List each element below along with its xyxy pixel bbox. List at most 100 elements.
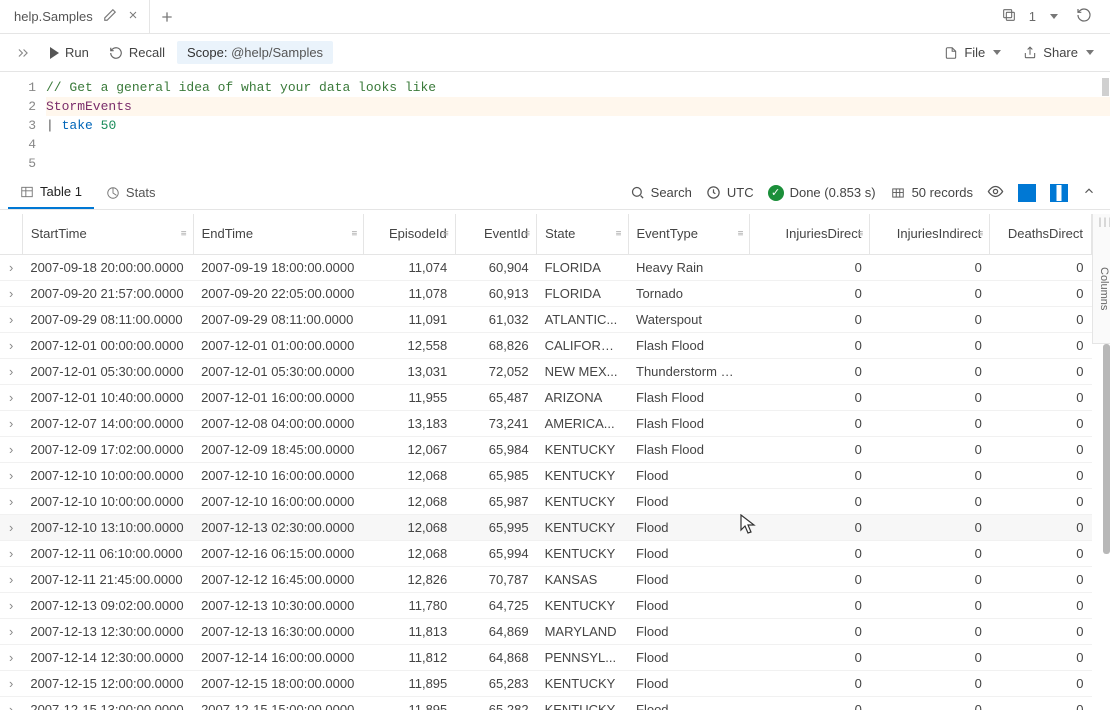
cell-episodeid: 12,068 [364, 488, 455, 514]
cell-endtime: 2007-12-14 16:00:00.0000 [193, 644, 364, 670]
expand-row-icon[interactable]: › [0, 670, 22, 696]
col-endtime[interactable]: EndTime≡ [193, 214, 364, 254]
add-tab-button[interactable] [150, 9, 184, 25]
cell-endtime: 2007-12-01 01:00:00.0000 [193, 332, 364, 358]
expand-row-icon[interactable]: › [0, 644, 22, 670]
check-circle-icon: ✓ [768, 185, 784, 201]
expand-row-icon[interactable]: › [0, 332, 22, 358]
cell-state: FLORIDA [537, 280, 628, 306]
expand-panel-icon[interactable] [8, 42, 38, 64]
table-row[interactable]: ›2007-12-11 21:45:00.00002007-12-12 16:4… [0, 566, 1092, 592]
table-row[interactable]: ›2007-12-10 10:00:00.00002007-12-10 16:0… [0, 462, 1092, 488]
expand-row-icon[interactable]: › [0, 618, 22, 644]
minimap[interactable] [1102, 78, 1109, 96]
table-row[interactable]: ›2007-09-29 08:11:00.00002007-09-29 08:1… [0, 306, 1092, 332]
cell-injuriesindirect: 0 [870, 540, 990, 566]
cell-starttime: 2007-12-01 00:00:00.0000 [22, 332, 193, 358]
cell-eventid: 64,725 [455, 592, 536, 618]
expand-row-icon[interactable]: › [0, 540, 22, 566]
recall-button[interactable]: Recall [101, 41, 173, 64]
code-area[interactable]: // Get a general idea of what your data … [46, 72, 1110, 176]
expand-row-icon[interactable]: › [0, 488, 22, 514]
col-injuriesdirect[interactable]: InjuriesDirect≡ [750, 214, 870, 254]
view-mode-columns[interactable] [1050, 184, 1068, 202]
cell-injuriesindirect: 0 [870, 384, 990, 410]
table-row[interactable]: ›2007-12-14 12:30:00.00002007-12-14 16:0… [0, 644, 1092, 670]
scope-chip[interactable]: Scope: @help/Samples [177, 41, 333, 64]
expand-row-icon[interactable]: › [0, 410, 22, 436]
table-row[interactable]: ›2007-12-13 12:30:00.00002007-12-13 16:3… [0, 618, 1092, 644]
tab-stats[interactable]: Stats [94, 176, 168, 209]
table-row[interactable]: ›2007-12-10 10:00:00.00002007-12-10 16:0… [0, 488, 1092, 514]
play-icon [50, 47, 59, 59]
col-eventtype[interactable]: EventType≡ [628, 214, 750, 254]
cell-eventtype: Flood [628, 670, 750, 696]
cell-injuriesindirect: 0 [870, 566, 990, 592]
eye-icon[interactable] [987, 183, 1004, 203]
expand-row-icon[interactable]: › [0, 358, 22, 384]
table-row[interactable]: ›2007-12-01 10:40:00.00002007-12-01 16:0… [0, 384, 1092, 410]
col-eventid[interactable]: EventId≡ [455, 214, 536, 254]
share-menu[interactable]: Share [1015, 41, 1102, 64]
code-editor[interactable]: 1 2 3 4 5 // Get a general idea of what … [0, 72, 1110, 176]
column-menu-icon: ≡ [616, 228, 622, 239]
col-episodeid[interactable]: EpisodeId≡ [364, 214, 455, 254]
expand-row-icon[interactable]: › [0, 254, 22, 280]
results-grid[interactable]: StartTime≡ EndTime≡ EpisodeId≡ EventId≡ … [0, 214, 1092, 710]
cell-deathsdirect: 0 [990, 462, 1092, 488]
cell-episodeid: 11,895 [364, 670, 455, 696]
clone-icon[interactable] [1001, 7, 1017, 26]
cell-state: AMERICA... [537, 410, 628, 436]
cell-injuriesdirect: 0 [750, 696, 870, 710]
table-row[interactable]: ›2007-12-15 13:00:00.00002007-12-15 15:0… [0, 696, 1092, 710]
expand-row-icon[interactable]: › [0, 514, 22, 540]
search-button[interactable]: Search [630, 185, 692, 200]
columns-panel-toggle[interactable]: |||| Columns [1092, 214, 1110, 344]
expand-row-icon[interactable]: › [0, 462, 22, 488]
undo-icon[interactable] [1076, 7, 1092, 26]
col-deathsdirect[interactable]: DeathsDirect [990, 214, 1092, 254]
table-row[interactable]: ›2007-12-07 14:00:00.00002007-12-08 04:0… [0, 410, 1092, 436]
cell-starttime: 2007-12-11 06:10:00.0000 [22, 540, 193, 566]
col-starttime[interactable]: StartTime≡ [22, 214, 193, 254]
expand-row-icon[interactable]: › [0, 592, 22, 618]
expand-row-icon[interactable]: › [0, 566, 22, 592]
table-row[interactable]: ›2007-12-10 13:10:00.00002007-12-13 02:3… [0, 514, 1092, 540]
file-menu[interactable]: File [936, 41, 1009, 64]
col-injuriesindirect[interactable]: InjuriesIndirect≡ [870, 214, 990, 254]
cell-eventtype: Flash Flood [628, 384, 750, 410]
cell-eventid: 64,868 [455, 644, 536, 670]
tab-active[interactable]: help.Samples [0, 0, 150, 34]
tab-table[interactable]: Table 1 [8, 176, 94, 209]
chevron-up-icon[interactable] [1082, 184, 1096, 201]
table-row[interactable]: ›2007-12-09 17:02:00.00002007-12-09 18:4… [0, 436, 1092, 462]
cell-eventtype: Flash Flood [628, 436, 750, 462]
cell-episodeid: 11,780 [364, 592, 455, 618]
close-icon[interactable] [127, 9, 139, 24]
expand-row-icon[interactable]: › [0, 306, 22, 332]
chevron-down-icon[interactable] [1050, 14, 1058, 19]
table-row[interactable]: ›2007-12-11 06:10:00.00002007-12-16 06:1… [0, 540, 1092, 566]
status-done-label: Done (0.853 s) [790, 185, 876, 200]
expand-row-icon[interactable]: › [0, 280, 22, 306]
expand-row-icon[interactable]: › [0, 384, 22, 410]
expand-row-icon[interactable]: › [0, 696, 22, 710]
table-row[interactable]: ›2007-09-20 21:57:00.00002007-09-20 22:0… [0, 280, 1092, 306]
table-row[interactable]: ›2007-12-01 00:00:00.00002007-12-01 01:0… [0, 332, 1092, 358]
edit-icon[interactable] [103, 8, 117, 25]
view-mode-solid[interactable] [1018, 184, 1036, 202]
cell-starttime: 2007-09-20 21:57:00.0000 [22, 280, 193, 306]
expand-row-icon[interactable]: › [0, 436, 22, 462]
table-row[interactable]: ›2007-09-18 20:00:00.00002007-09-19 18:0… [0, 254, 1092, 280]
timezone-button[interactable]: UTC [706, 185, 754, 200]
col-expand-header [0, 214, 22, 254]
table-row[interactable]: ›2007-12-01 05:30:00.00002007-12-01 05:3… [0, 358, 1092, 384]
cell-endtime: 2007-12-16 06:15:00.0000 [193, 540, 364, 566]
col-state[interactable]: State≡ [537, 214, 628, 254]
table-row[interactable]: ›2007-12-13 09:02:00.00002007-12-13 10:3… [0, 592, 1092, 618]
table-row[interactable]: ›2007-12-15 12:00:00.00002007-12-15 18:0… [0, 670, 1092, 696]
run-button[interactable]: Run [42, 41, 97, 64]
scrollbar-vertical[interactable] [1103, 344, 1110, 554]
record-count: 50 records [890, 185, 973, 200]
cell-injuriesdirect: 0 [750, 592, 870, 618]
